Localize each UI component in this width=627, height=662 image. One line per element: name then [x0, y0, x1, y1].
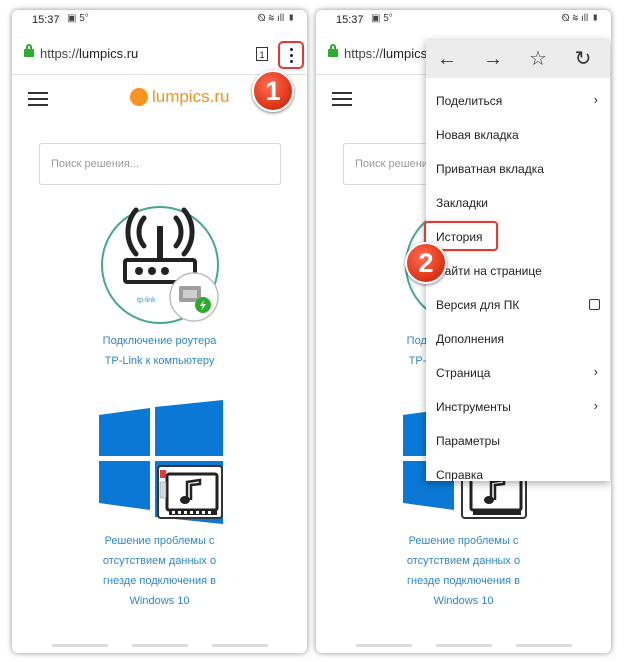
windows-article-title-line2: отсутствием данных о: [102, 555, 217, 567]
windows-article-title-line2: отсутствием данных о: [406, 555, 521, 567]
phone-screen-left: 15:37 ▣ 5° ⦰ ≋ ıll ▮ https://lumpics.ru …: [12, 10, 307, 653]
browser-overflow-menu: ← → ☆ ↻ Поделиться › Новая вкладка Прива…: [424, 40, 610, 482]
menu-item-bookmarks[interactable]: Закладки: [426, 186, 610, 220]
menu-item-label: Найти на странице: [436, 264, 542, 278]
site-logo-text: lumpics.ru: [152, 87, 230, 106]
address-bar[interactable]: https://lumpics: [344, 46, 427, 61]
status-bar: 15:37 ▣ 5° ⦰ ≋ ıll ▮: [12, 10, 307, 32]
bottom-divider: [356, 644, 572, 647]
router-antenna-icon: [157, 226, 163, 260]
router-article-title-line2: TP-Link к компьютеру: [104, 355, 215, 367]
windows-article-title-line3: гнезде подключения в: [103, 575, 216, 587]
step-marker-2: 2: [405, 242, 447, 284]
status-bar: 15:37 ▣ 5° ⦰ ≋ ıll ▮: [316, 10, 611, 32]
menu-nav-row: ← → ☆ ↻: [426, 40, 610, 78]
url-scheme: https://: [40, 46, 80, 61]
chevron-right-icon: ›: [593, 398, 598, 413]
url-scheme: https://: [344, 46, 384, 61]
windows-article-image[interactable]: [99, 400, 225, 524]
router-article-link[interactable]: Подключение роутера TP-Link к компьютеру: [32, 331, 287, 371]
phone-screen-right: 15:37 ▣ 5° ⦰ ≋ ıll ▮ https://lumpics Пои…: [316, 10, 611, 653]
status-time: 15:37: [336, 14, 364, 26]
menu-item-label: Инструменты: [436, 400, 511, 414]
menu-item-tools[interactable]: Инструменты ›: [426, 390, 610, 424]
hamburger-menu-icon[interactable]: [28, 92, 48, 106]
url-domain-short: lumpics: [383, 46, 428, 61]
status-time: 15:37: [32, 14, 60, 26]
menu-item-label: Приватная вкладка: [436, 162, 544, 176]
bookmark-star-icon[interactable]: ☆: [525, 46, 551, 72]
router-article-image[interactable]: tp-link: [99, 204, 225, 326]
menu-item-label: Новая вкладка: [436, 128, 519, 142]
menu-item-find-in-page[interactable]: Найти на странице: [426, 254, 610, 288]
hamburger-menu-icon[interactable]: [332, 92, 352, 106]
more-menu-button[interactable]: [278, 41, 304, 69]
bottom-divider: [52, 644, 268, 647]
windows-article-title-line1: Решение проблемы с: [408, 535, 519, 547]
status-icons-left: ▣ 5°: [371, 13, 393, 24]
windows-article-link[interactable]: Решение проблемы с отсутствием данных о …: [336, 531, 591, 611]
forward-arrow-icon[interactable]: →: [480, 46, 506, 72]
menu-item-help[interactable]: Справка: [426, 458, 610, 482]
desktop-version-checkbox[interactable]: [589, 299, 600, 310]
tab-counter-button[interactable]: 1: [256, 47, 268, 61]
browser-toolbar: https://lumpics.ru 1: [12, 36, 307, 75]
status-icons-left: ▣ 5°: [67, 13, 89, 24]
menu-item-share[interactable]: Поделиться ›: [426, 84, 610, 118]
search-input[interactable]: Поиск решения...: [39, 143, 281, 185]
step-marker-1: 1: [252, 70, 294, 112]
orange-logo-icon: [130, 88, 148, 106]
reload-icon[interactable]: ↻: [570, 46, 596, 72]
lock-icon: [328, 44, 338, 57]
url-domain: lumpics.ru: [79, 46, 139, 61]
menu-item-private-tab[interactable]: Приватная вкладка: [426, 152, 610, 186]
lock-icon: [24, 44, 34, 57]
menu-item-label: Поделиться: [436, 94, 503, 108]
tplink-logo-text: tp-link: [137, 297, 156, 304]
windows-logo-icon: [99, 408, 150, 456]
windows-article-link[interactable]: Решение проблемы с отсутствием данных о …: [32, 531, 287, 611]
windows-article-title-line4: Windows 10: [129, 595, 190, 607]
menu-item-label: Дополнения: [436, 332, 504, 346]
web-page: lumpics.ru Поиск решения... tp-link Подк…: [12, 75, 307, 653]
menu-item-label: Справка: [436, 468, 484, 482]
status-icons-right: ⦰ ≋ ıll ▮: [561, 13, 599, 24]
menu-item-label: Версия для ПК: [436, 298, 520, 312]
menu-item-addons[interactable]: Дополнения: [426, 322, 610, 356]
windows-article-title-line3: гнезде подключения в: [407, 575, 520, 587]
search-placeholder: Поиск решения...: [51, 158, 140, 170]
menu-item-settings[interactable]: Параметры: [426, 424, 610, 458]
menu-item-new-tab[interactable]: Новая вкладка: [426, 118, 610, 152]
chevron-right-icon: ›: [593, 364, 598, 379]
back-arrow-icon[interactable]: ←: [434, 46, 460, 72]
router-article-title-line1: Подключение роутера: [102, 335, 217, 347]
status-icons-right: ⦰ ≋ ıll ▮: [257, 13, 295, 24]
menu-item-label: История: [436, 230, 483, 244]
windows-article-title-line4: Windows 10: [433, 595, 494, 607]
address-bar[interactable]: https://lumpics.ru: [40, 46, 138, 61]
menu-item-label: Закладки: [436, 196, 488, 210]
menu-item-history[interactable]: История: [424, 220, 610, 254]
menu-item-page[interactable]: Страница ›: [426, 356, 610, 390]
menu-item-label: Страница: [436, 366, 491, 380]
menu-item-label: Параметры: [436, 434, 500, 448]
windows-article-title-line1: Решение проблемы с: [104, 535, 215, 547]
chevron-right-icon: ›: [593, 92, 598, 107]
menu-item-desktop-version[interactable]: Версия для ПК: [426, 288, 610, 322]
